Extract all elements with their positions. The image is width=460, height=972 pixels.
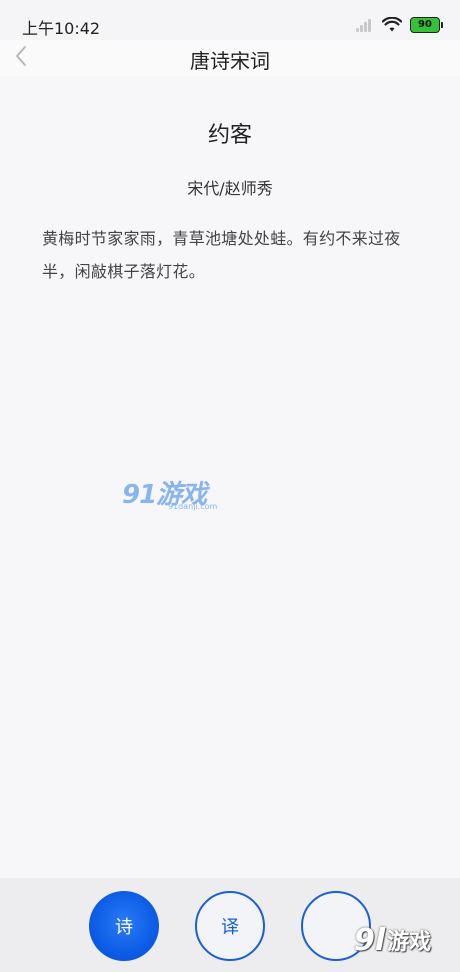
status-time: 上午10:42 [22, 19, 101, 38]
watermark-logo: 91游戏 91danji.com [122, 474, 232, 514]
wifi-icon [382, 17, 402, 32]
page-title: 唐诗宋词 [190, 49, 270, 73]
poem-title: 约客 [207, 123, 252, 148]
tab-poem-button[interactable]: 诗 [89, 891, 159, 961]
watermark-site: 91danji.com [168, 502, 218, 511]
signal-icon [356, 18, 374, 32]
status-icons: 90 [356, 16, 443, 34]
watermark-corner-num: 9l [354, 922, 386, 958]
battery-icon: 90 [410, 17, 443, 33]
poem-author: 宋代/赵师秀 [187, 179, 273, 198]
nav-bar: 唐诗宋词 [0, 40, 460, 76]
tab-poem-label: 诗 [115, 917, 133, 938]
poem-text: 黄梅时节家家雨，青草池塘处处蛙。有约不来过夜半，闲敲棋子落灯花。 [42, 229, 401, 281]
watermark-corner-logo: 9l 游戏 [354, 920, 431, 960]
watermark-corner-text: 游戏 [387, 930, 432, 955]
tab-translate-label: 译 [221, 917, 239, 938]
tab-translate-button[interactable]: 译 [195, 891, 265, 961]
battery-level: 90 [418, 19, 432, 30]
